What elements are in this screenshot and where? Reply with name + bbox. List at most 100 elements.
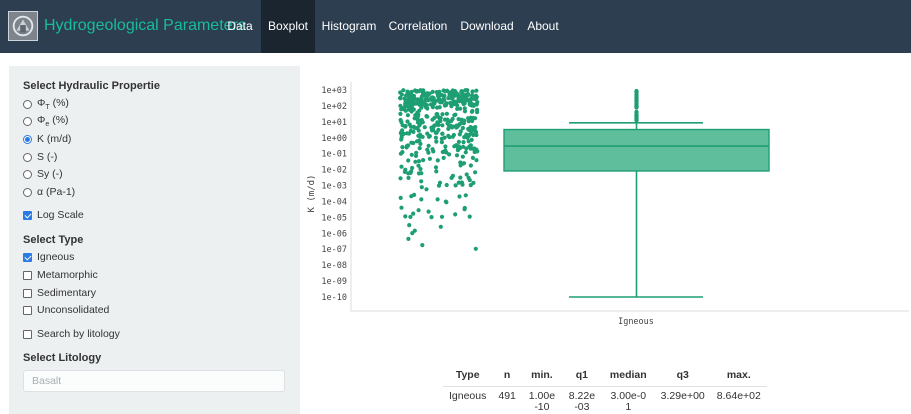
y-tick-label: 1e-10 (321, 293, 347, 303)
data-point (443, 89, 448, 94)
property-option-phi-t[interactable]: ΦT (%) (23, 97, 69, 111)
iqr-box (503, 128, 770, 172)
data-point (409, 152, 414, 157)
data-point (421, 88, 426, 93)
data-point (414, 139, 420, 144)
property-option-s[interactable]: S (-) (23, 150, 57, 164)
header-max: max. (710, 364, 767, 387)
y-tick-label: 1e-05 (321, 213, 347, 223)
y-tick-label: 1e-07 (321, 245, 347, 255)
data-point (435, 197, 440, 202)
data-point (406, 236, 411, 241)
radio-button-selected[interactable] (23, 134, 32, 144)
data-point (399, 205, 404, 210)
tab-about[interactable]: About (520, 0, 566, 53)
tab-correlation[interactable]: Correlation (383, 0, 453, 53)
log-scale-toggle[interactable]: Log Scale (23, 208, 84, 222)
y-tick-label: 1e-09 (321, 277, 347, 287)
data-point (451, 132, 456, 138)
data-point (473, 170, 478, 175)
checkbox[interactable] (23, 305, 32, 315)
data-point (457, 194, 462, 199)
type-option-label: Metamorphic (37, 269, 98, 281)
checkbox-checked[interactable] (23, 252, 32, 262)
checkbox-checked[interactable] (23, 210, 32, 220)
outlier-point (634, 114, 639, 119)
data-point (427, 134, 432, 139)
cell-type: Igneous (449, 389, 487, 402)
data-point (468, 163, 473, 168)
data-point (417, 146, 422, 151)
data-point (440, 112, 445, 117)
data-point (431, 127, 436, 133)
radio-button[interactable] (23, 187, 32, 197)
data-point (470, 155, 475, 160)
data-point (430, 95, 435, 100)
data-point (403, 123, 408, 129)
data-point (409, 105, 414, 110)
data-point (460, 92, 465, 97)
log-scale-label: Log Scale (37, 209, 84, 221)
data-point (409, 140, 414, 145)
y-tick-label: 1e-01 (321, 150, 347, 160)
data-point (461, 140, 466, 145)
tab-data[interactable]: Data (219, 0, 261, 53)
data-point (408, 170, 413, 175)
y-tick-label: 1e-08 (321, 261, 347, 271)
data-point (414, 89, 419, 94)
property-option-alpha[interactable]: α (Pa-1) (23, 185, 75, 199)
tab-download[interactable]: Download (454, 0, 520, 53)
data-point (405, 119, 410, 124)
data-point (399, 137, 404, 142)
data-point (452, 101, 457, 106)
boxplot-chart[interactable]: 1e+03 1e+02 1e+01 1e+00 1e-01 1e-02 1e-03 1e-04… (305, 60, 911, 330)
data-point (427, 156, 432, 161)
app-brand[interactable]: Hydrogeological Parameters (44, 17, 246, 35)
y-tick-label: 1e+00 (321, 134, 347, 144)
data-point (474, 158, 479, 163)
data-point (422, 125, 427, 130)
search-by-litology-toggle[interactable]: Search by litology (23, 327, 120, 341)
x-tick-label: Igneous (618, 317, 654, 327)
type-option-metamorphic[interactable]: Metamorphic (23, 268, 98, 282)
data-point (412, 96, 417, 101)
property-option-phi-e[interactable]: Φe (%) (23, 114, 69, 128)
property-option-label: α (Pa-1) (37, 186, 76, 198)
y-axis-title: K (m/d) (307, 175, 317, 213)
radio-button[interactable] (23, 152, 32, 162)
tab-boxplot[interactable]: Boxplot (261, 0, 315, 53)
property-option-k[interactable]: K (m/d) (23, 132, 71, 146)
type-option-unconsolidated[interactable]: Unconsolidated (23, 303, 109, 317)
y-tick-label: 1e+01 (321, 118, 347, 128)
header-q3: q3 (654, 364, 711, 387)
data-point (424, 91, 429, 96)
outlier-point (634, 99, 639, 104)
property-option-label: Sy (-) (37, 168, 63, 180)
radio-button[interactable] (23, 169, 32, 179)
checkbox[interactable] (23, 329, 32, 339)
data-point (433, 135, 438, 140)
checkbox[interactable] (23, 288, 32, 298)
property-option-sy[interactable]: Sy (-) (23, 167, 63, 181)
radio-button[interactable] (23, 99, 32, 109)
tab-histogram[interactable]: Histogram (316, 0, 382, 53)
checkbox[interactable] (23, 270, 32, 280)
data-point (434, 169, 439, 174)
type-option-igneous[interactable]: Igneous (23, 250, 74, 264)
data-point (424, 114, 429, 119)
type-option-sedimentary[interactable]: Sedimentary (23, 286, 96, 300)
data-point (430, 89, 435, 94)
data-point (468, 115, 473, 120)
data-point (473, 246, 478, 251)
data-point (454, 153, 460, 158)
litology-select[interactable]: Basalt (23, 370, 285, 392)
data-point (408, 128, 413, 133)
sidebar-panel: Select Hydraulic Propertie ΦT (%) Φe (%)… (9, 66, 300, 414)
y-tick-label: 1e+03 (321, 86, 347, 96)
table-row: Igneous 491 1.00e-10 8.22e-03 3.00e-01 3… (443, 386, 767, 413)
radio-button[interactable] (23, 116, 32, 126)
data-point (420, 243, 425, 248)
cell-q1: 8.22e-03 (568, 389, 596, 413)
data-point (420, 93, 425, 98)
navbar: Hydrogeological Parameters Data Boxplot … (0, 0, 911, 53)
